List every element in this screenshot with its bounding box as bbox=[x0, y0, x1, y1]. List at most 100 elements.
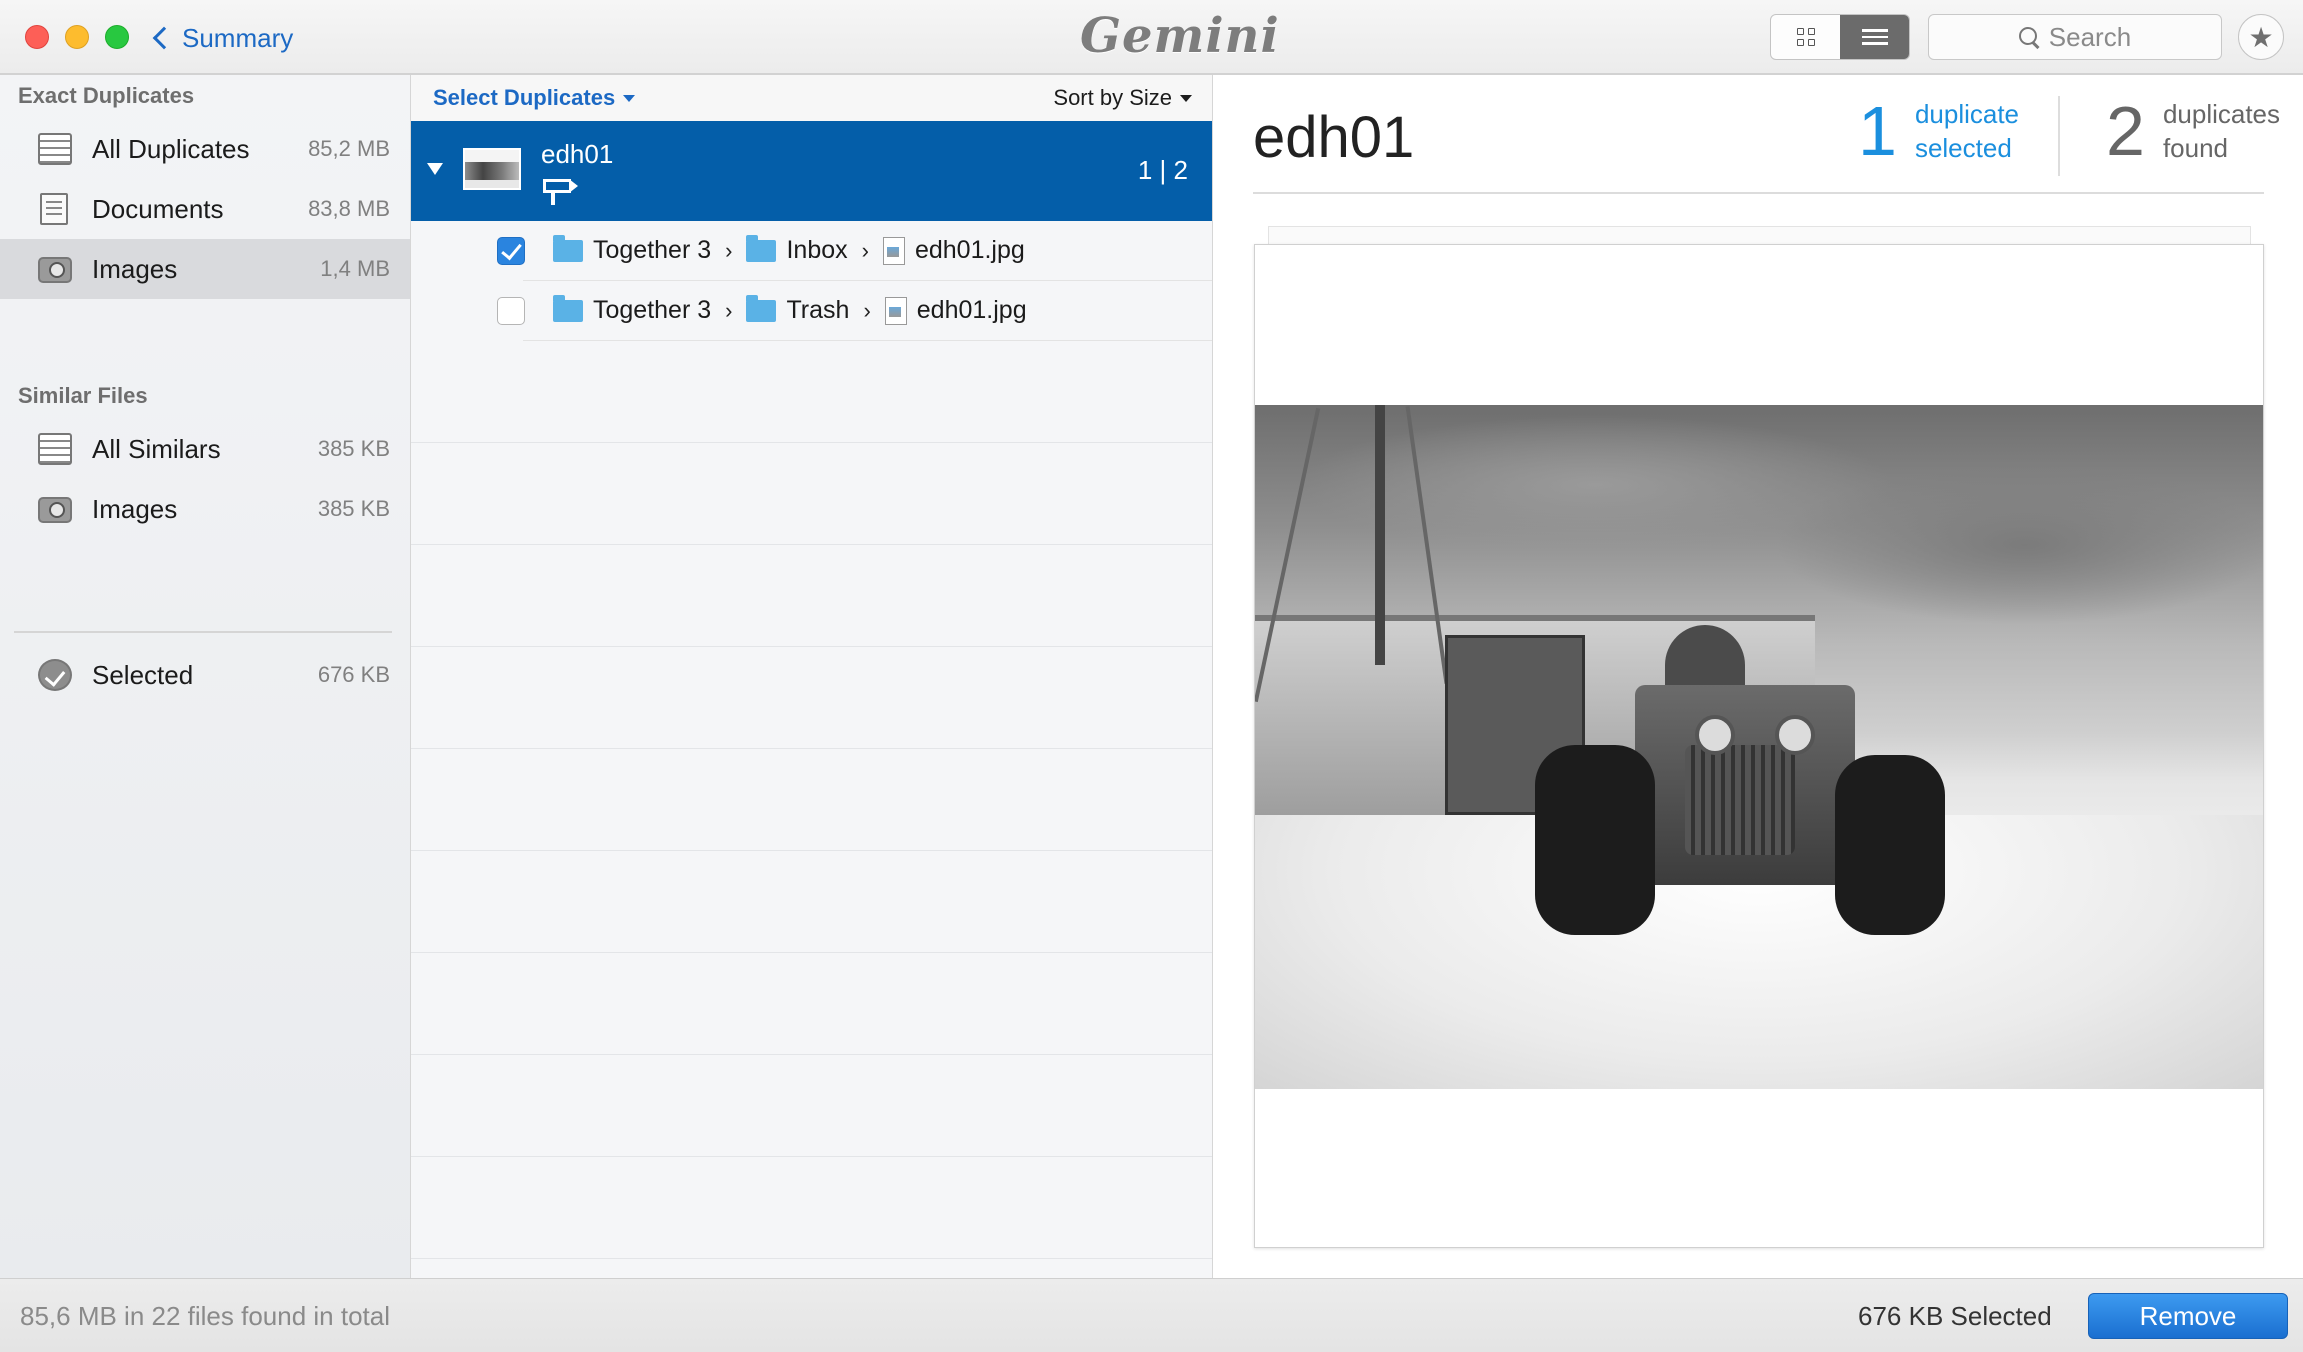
back-to-summary-button[interactable]: Summary bbox=[150, 18, 293, 58]
empty-row-line bbox=[411, 850, 1212, 851]
found-label-line: found bbox=[2162, 133, 2229, 163]
file-checkbox[interactable] bbox=[497, 297, 525, 325]
selected-label: duplicate selected bbox=[1915, 97, 2019, 165]
total-summary: 85,6 MB in 22 files found in total bbox=[20, 1301, 391, 1331]
folder-icon bbox=[746, 234, 777, 262]
duplicates-found-stat: 2 duplicates found bbox=[2106, 96, 2280, 166]
sidebar-item-label: Selected bbox=[92, 659, 194, 690]
file-path: Together 3 › Inbox › edh01.jpg bbox=[553, 234, 1025, 265]
folder-icon bbox=[553, 294, 583, 322]
file-path: Together 3 › Trash › edh01.jpg bbox=[553, 294, 1027, 325]
sidebar-item-selected[interactable]: Selected 676 KB bbox=[0, 645, 410, 705]
folder-icon bbox=[746, 294, 777, 322]
empty-row-line bbox=[411, 544, 1212, 545]
favorites-button[interactable]: ★ bbox=[2238, 14, 2284, 60]
chevron-right-icon: › bbox=[725, 237, 733, 263]
duplicate-group-row[interactable]: edh01 1 | 2 bbox=[411, 121, 1212, 221]
caret-down-icon bbox=[1180, 94, 1192, 102]
sort-label: Sort by Size bbox=[1053, 85, 1172, 110]
image-file-icon bbox=[884, 296, 907, 325]
sidebar-item-documents[interactable]: Documents 83,8 MB bbox=[0, 179, 410, 239]
preview-photo bbox=[1255, 405, 2263, 1089]
search-field[interactable]: Search bbox=[1928, 14, 2222, 60]
list-toolbar: Select Duplicates Sort by Size bbox=[411, 75, 1212, 121]
duplicates-list-pane: Select Duplicates Sort by Size edh01 1 |… bbox=[411, 75, 1213, 1278]
selected-count: 1 bbox=[1858, 92, 1897, 170]
sidebar-item-size: 676 KB bbox=[317, 662, 390, 687]
sidebar-item-label: Images bbox=[92, 493, 178, 524]
file-row[interactable]: Together 3 › Trash › edh01.jpg bbox=[497, 281, 1212, 341]
sort-menu[interactable]: Sort by Size bbox=[1053, 85, 1192, 111]
sidebar-item-label: All Similars bbox=[92, 433, 221, 464]
file-row[interactable]: Together 3 › Inbox › edh01.jpg bbox=[497, 221, 1212, 281]
remove-button[interactable]: Remove bbox=[2088, 1293, 2288, 1339]
sidebar-item-all-duplicates[interactable]: All Duplicates 85,2 MB bbox=[0, 119, 410, 179]
stat-divider bbox=[2058, 96, 2060, 176]
status-bar: 85,6 MB in 22 files found in total 676 K… bbox=[0, 1278, 2303, 1352]
list-icon bbox=[1861, 29, 1888, 45]
image-file-icon bbox=[882, 236, 905, 265]
empty-row-line bbox=[411, 1156, 1212, 1157]
stacked-page-shadow bbox=[1268, 226, 2251, 246]
empty-row-line bbox=[411, 748, 1212, 749]
view-mode-toggle bbox=[1770, 14, 1910, 60]
image-preview bbox=[1254, 244, 2264, 1248]
preview-divider bbox=[1253, 192, 2264, 194]
stack-icon bbox=[38, 433, 72, 465]
empty-row-line bbox=[411, 646, 1212, 647]
camera-icon bbox=[38, 257, 72, 283]
sidebar-item-size: 1,4 MB bbox=[320, 256, 390, 281]
select-duplicates-label: Select Duplicates bbox=[433, 85, 616, 110]
sidebar-item-size: 85,2 MB bbox=[308, 136, 390, 161]
path-segment: Inbox bbox=[786, 236, 848, 264]
empty-row-line bbox=[411, 1258, 1212, 1259]
duplicates-selected-stat: 1 duplicate selected bbox=[1858, 96, 2019, 166]
path-segment: Together 3 bbox=[593, 236, 712, 264]
chevron-right-icon: › bbox=[863, 297, 871, 323]
minimize-window-button[interactable] bbox=[65, 25, 89, 49]
grid-icon bbox=[1796, 28, 1815, 46]
file-checkbox[interactable] bbox=[497, 237, 525, 265]
file-name: edh01.jpg bbox=[916, 296, 1027, 324]
selected-label-line: selected bbox=[1914, 133, 2012, 163]
chevron-right-icon: › bbox=[725, 297, 733, 323]
sidebar-divider bbox=[14, 631, 392, 633]
preview-title: edh01 bbox=[1253, 105, 1415, 170]
empty-row-line bbox=[411, 442, 1212, 443]
back-label: Summary bbox=[182, 22, 294, 53]
zoom-window-button[interactable] bbox=[105, 25, 129, 49]
disclosure-triangle-icon[interactable] bbox=[427, 163, 443, 175]
folder-icon bbox=[553, 234, 583, 262]
sidebar-item-similar-images[interactable]: Images 385 KB bbox=[0, 479, 410, 539]
close-window-button[interactable] bbox=[25, 25, 49, 49]
path-segment: Trash bbox=[786, 296, 850, 324]
sidebar-item-images[interactable]: Images 1,4 MB bbox=[0, 239, 410, 299]
camera-icon bbox=[38, 497, 72, 523]
sidebar-item-size: 83,8 MB bbox=[308, 196, 390, 221]
exact-duplicates-header: Exact Duplicates bbox=[18, 83, 195, 108]
found-count: 2 bbox=[2106, 92, 2145, 170]
group-name: edh01 bbox=[541, 139, 614, 169]
sidebar-item-size: 385 KB bbox=[317, 496, 390, 521]
sidebar-item-label: Images bbox=[92, 253, 178, 284]
document-icon bbox=[40, 193, 68, 225]
search-icon bbox=[2018, 27, 2039, 47]
found-label: duplicates found bbox=[2163, 97, 2280, 165]
list-view-button[interactable] bbox=[1840, 15, 1909, 59]
chevron-left-icon bbox=[152, 26, 176, 50]
checkmark-circle-icon bbox=[38, 659, 72, 691]
app-logo: Gemini bbox=[1080, 8, 1280, 64]
sidebar-item-all-similars[interactable]: All Similars 385 KB bbox=[0, 419, 410, 479]
star-icon: ★ bbox=[2248, 21, 2274, 53]
grid-view-button[interactable] bbox=[1771, 15, 1840, 59]
group-count: 1 | 2 bbox=[1137, 155, 1188, 185]
path-segment: Together 3 bbox=[593, 296, 712, 324]
title-bar: Summary Gemini Search ★ bbox=[0, 0, 2303, 75]
select-duplicates-menu[interactable]: Select Duplicates bbox=[433, 85, 636, 111]
search-placeholder: Search bbox=[2048, 21, 2132, 52]
caret-down-icon bbox=[623, 94, 636, 102]
sidebar-item-label: Documents bbox=[92, 193, 224, 224]
sidebar: Exact Duplicates All Duplicates 85,2 MB … bbox=[0, 75, 411, 1278]
sidebar-item-label: All Duplicates bbox=[92, 133, 250, 164]
image-thumbnail bbox=[463, 148, 521, 190]
